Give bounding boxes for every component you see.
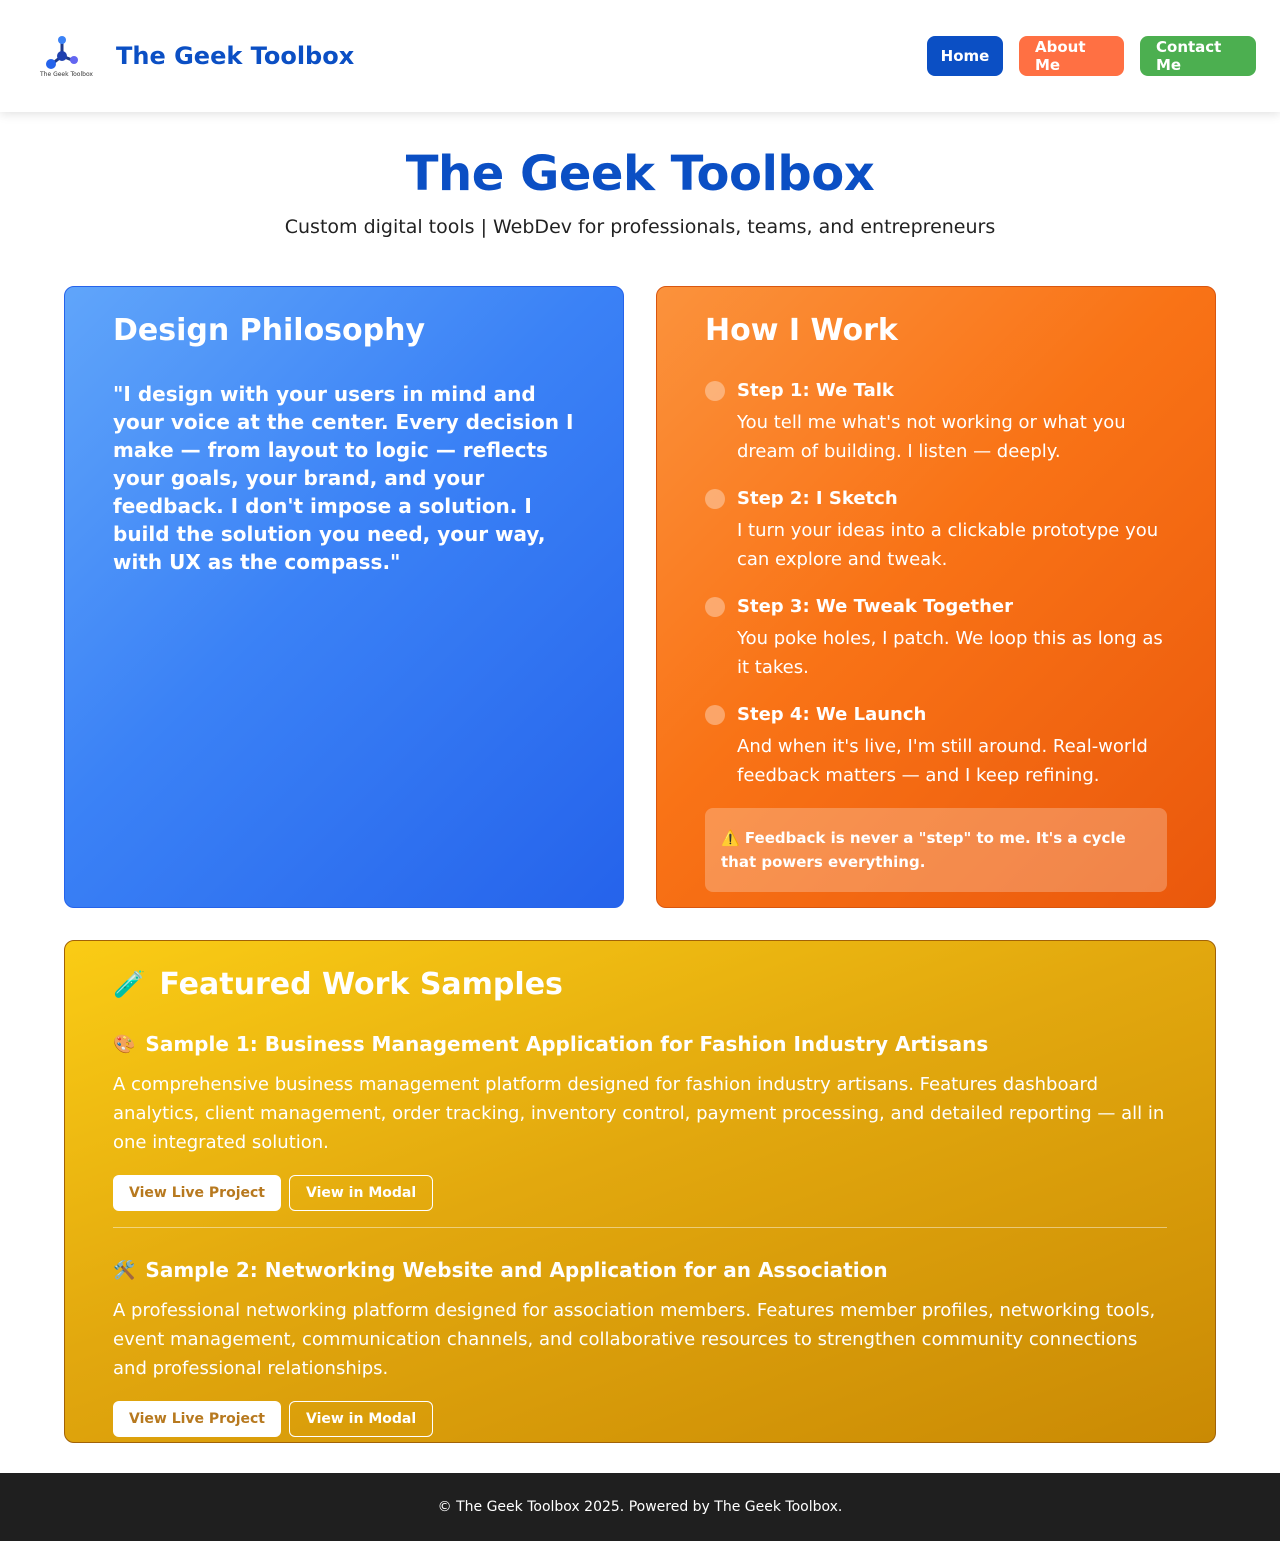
philosophy-quote: "I design with your users in mind and yo… (113, 382, 574, 574)
hero: The Geek Toolbox Custom digital tools | … (0, 112, 1280, 238)
main-nav: Home About Me Contact Me (927, 36, 1256, 76)
view-live-project-button[interactable]: View Live Project (113, 1175, 281, 1211)
philosophy-title: Design Philosophy (113, 313, 426, 348)
nav-contact-button[interactable]: Contact Me (1140, 36, 1256, 76)
brand-name[interactable]: The Geek Toolbox (116, 42, 354, 70)
step-bullet-icon (705, 381, 725, 401)
featured-work-card: 🧪 Featured Work Samples 🎨 Sample 1: Busi… (64, 940, 1216, 1443)
palette-icon: 🎨 (113, 1033, 136, 1055)
sample-title-text: Sample 2: Networking Website and Applica… (145, 1258, 888, 1282)
how-title: How I Work (705, 313, 898, 348)
view-in-modal-button[interactable]: View in Modal (288, 1401, 434, 1437)
step-title: Step 1: We Talk (737, 380, 894, 401)
view-in-modal-button[interactable]: View in Modal (288, 1175, 434, 1211)
step-title: Step 3: We Tweak Together (737, 596, 1013, 617)
sample-title: 🎨 Sample 1: Business Management Applicat… (113, 1032, 1167, 1056)
sample-actions: View Live Project View in Modal (113, 1175, 1167, 1211)
site-header: The Geek Toolbox The Geek Toolbox Home A… (0, 0, 1280, 112)
featured-title-text: Featured Work Samples (159, 967, 563, 1002)
step-title: Step 2: I Sketch (737, 488, 898, 509)
nav-about-button[interactable]: About Me (1019, 36, 1124, 76)
step-bullet-icon (705, 489, 725, 509)
page-subtitle: Custom digital tools | WebDev for profes… (284, 216, 996, 238)
sample-desc: A professional networking platform desig… (113, 1300, 1156, 1379)
list-item: Step 2: I Sketch I turn your ideas into … (705, 488, 1167, 574)
design-philosophy-card: Design Philosophy "I design with your us… (64, 286, 624, 908)
sample-actions: View Live Project View in Modal (113, 1401, 1167, 1437)
step-bullet-icon (705, 597, 725, 617)
sample-title-text: Sample 1: Business Management Applicatio… (145, 1032, 989, 1056)
footer-text: © The Geek Toolbox 2025. Powered by The … (437, 1499, 843, 1515)
list-item: Step 4: We Launch And when it's live, I'… (705, 704, 1167, 790)
feedback-note-text: Feedback is never a "step" to me. It's a… (721, 829, 1126, 871)
view-live-project-button[interactable]: View Live Project (113, 1401, 281, 1437)
site-footer: © The Geek Toolbox 2025. Powered by The … (0, 1473, 1280, 1541)
sample-item: 🛠️ Sample 2: Networking Website and Appl… (113, 1258, 1167, 1437)
test-tube-icon: 🧪 (113, 969, 146, 1000)
how-i-work-card: How I Work Step 1: We Talk You tell me w… (656, 286, 1216, 908)
step-desc: I turn your ideas into a clickable proto… (737, 520, 1159, 570)
step-desc: And when it's live, I'm still around. Re… (737, 736, 1148, 786)
step-title: Step 4: We Launch (737, 704, 927, 725)
feedback-note: ⚠️ Feedback is never a "step" to me. It'… (705, 808, 1167, 892)
steps-list: Step 1: We Talk You tell me what's not w… (705, 380, 1167, 790)
sample-title: 🛠️ Sample 2: Networking Website and Appl… (113, 1258, 1167, 1282)
tools-icon: 🛠️ (113, 1259, 136, 1281)
featured-title: 🧪 Featured Work Samples (113, 967, 1167, 1002)
list-item: Step 3: We Tweak Together You poke holes… (705, 596, 1167, 682)
step-bullet-icon (705, 705, 725, 725)
molecule-logo-icon (46, 36, 78, 69)
page-title: The Geek Toolbox (405, 146, 875, 202)
sample-desc: A comprehensive business management plat… (113, 1074, 1165, 1153)
cards-row: Design Philosophy "I design with your us… (64, 286, 1216, 908)
logo-caption: The Geek Toolbox (40, 71, 93, 78)
step-desc: You poke holes, I patch. We loop this as… (737, 628, 1163, 678)
logo[interactable]: The Geek Toolbox (40, 34, 93, 78)
sample-item: 🎨 Sample 1: Business Management Applicat… (113, 1032, 1167, 1211)
list-item: Step 1: We Talk You tell me what's not w… (705, 380, 1167, 466)
divider (113, 1227, 1167, 1228)
warning-icon: ⚠️ (721, 829, 740, 847)
nav-home-button[interactable]: Home (927, 36, 1003, 76)
step-desc: You tell me what's not working or what y… (737, 412, 1126, 462)
